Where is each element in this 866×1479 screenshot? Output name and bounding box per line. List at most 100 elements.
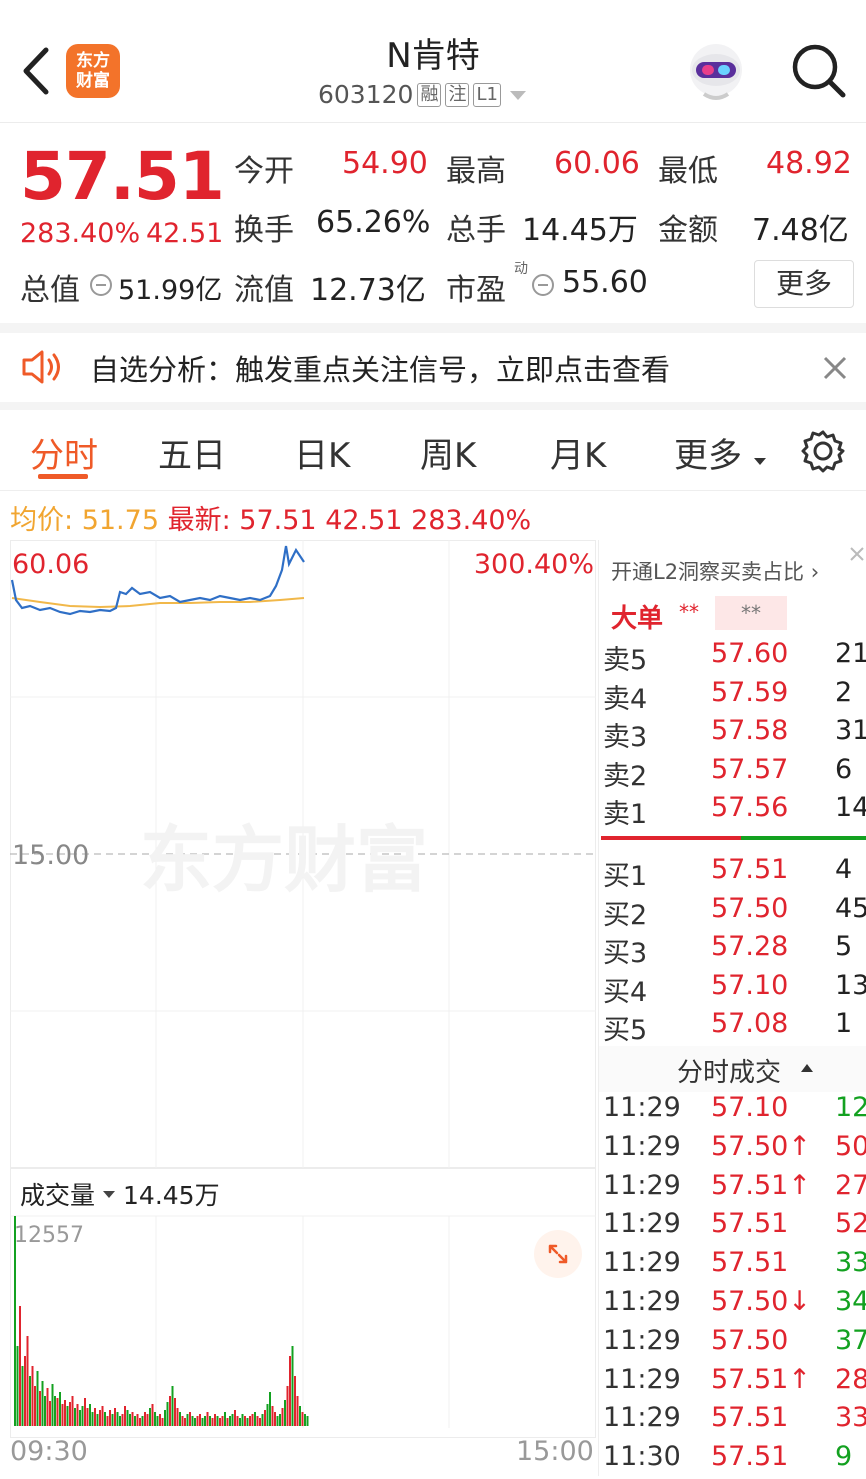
volume-bar (294, 1376, 296, 1426)
turnover-label: 换手 (234, 213, 294, 248)
tab-intraday[interactable]: 分时 (30, 428, 98, 477)
stock-code-line[interactable]: 603120 融 注 L1 (318, 80, 529, 109)
ask-row[interactable]: 卖3 57.58 31 (599, 715, 866, 753)
volume-bar (301, 1412, 304, 1426)
bid-volume: 4 (835, 854, 853, 885)
volume-bar (174, 1398, 176, 1426)
bid-row[interactable]: 买5 57.08 1 (599, 1008, 866, 1046)
bid-row[interactable]: 买2 57.50 45 (599, 893, 866, 931)
volume-bar (246, 1418, 249, 1426)
intraday-chart[interactable]: 东方财富 60.06 300.40% 15.00 (10, 540, 596, 1168)
bid-row[interactable]: 买4 57.10 13 (599, 970, 866, 1008)
ask-price: 57.58 (711, 715, 789, 746)
high-label: 最高 (446, 154, 506, 189)
analysis-banner[interactable]: 自选分析：触发重点关注信号，立即点击查看 (0, 333, 866, 401)
header: 东方 财富 N肯特 603120 融 注 L1 (0, 0, 866, 123)
volume-bar (229, 1416, 231, 1426)
volume-bar (26, 1336, 29, 1426)
volume-bar (119, 1416, 121, 1426)
tab-five-day[interactable]: 五日 (158, 428, 226, 477)
volume-bar (186, 1414, 189, 1426)
tab-daily-k[interactable]: 日K (294, 428, 350, 477)
more-quote-button[interactable]: 更多 (754, 260, 854, 308)
tab-weekly-k[interactable]: 周K (420, 428, 476, 477)
big-order-label: 大单 (611, 604, 664, 634)
amount-label: 金额 (658, 213, 718, 248)
volume-bar (261, 1414, 264, 1426)
volume-bar (69, 1402, 71, 1426)
volume-bar (131, 1412, 134, 1426)
tag-level: L1 (473, 82, 501, 107)
big-order-value-1: ** (679, 600, 699, 624)
close-icon[interactable] (820, 353, 850, 383)
volume-bar (126, 1410, 129, 1426)
volume-bar (161, 1418, 164, 1426)
tick-row: 11:29 57.51 33 (599, 1247, 866, 1285)
bid-price: 57.10 (711, 969, 789, 1001)
tick-volume: 9 (835, 1441, 853, 1473)
bid-row[interactable]: 买3 57.28 5 (599, 931, 866, 969)
dropdown-triangle-icon[interactable] (507, 87, 529, 103)
expand-icon[interactable] (534, 1230, 582, 1278)
open-label: 今开 (234, 154, 294, 189)
volume-label: 成交量 (20, 1181, 96, 1210)
volume-bar (206, 1412, 209, 1426)
volume-bar (79, 1410, 81, 1426)
avg-price-bar: 均价: 51.75 最新: 57.51 42.51 283.40% (10, 498, 531, 537)
tick-volume: 50 (835, 1130, 866, 1162)
latest-change-percent: 283.40% (411, 505, 532, 536)
volume-bar (121, 1414, 124, 1426)
turnover-value: 65.26% (316, 205, 431, 240)
divider (0, 323, 866, 333)
volume-bar (141, 1416, 144, 1426)
chart-top-percent: 300.40% (474, 549, 594, 580)
tab-more[interactable]: 更多 (674, 428, 767, 477)
volume-bar (216, 1416, 219, 1426)
volume-bar (56, 1398, 59, 1426)
tick-volume: 33 (835, 1247, 866, 1279)
volume-bar (296, 1396, 299, 1426)
tick-volume: 28 (835, 1363, 866, 1395)
tick-time: 11:29 (603, 1324, 681, 1356)
info-circle-icon[interactable] (530, 272, 556, 298)
volume-bar (71, 1396, 74, 1426)
volume-bar (46, 1388, 49, 1426)
float-cap-label: 流值 (234, 273, 294, 308)
tick-row: 11:29 57.50↓ 34 (599, 1286, 866, 1324)
ask-row[interactable]: 卖4 57.59 2 (599, 677, 866, 715)
l2-link-text: 开通L2洞察买卖占比 (611, 560, 805, 584)
volume-bar (94, 1408, 96, 1426)
search-icon[interactable] (788, 40, 848, 100)
ask-row[interactable]: 卖1 57.56 14 (599, 792, 866, 830)
ask-row[interactable]: 卖2 57.57 6 (599, 754, 866, 792)
volume-selector[interactable]: 成交量 14.45万 (20, 1176, 220, 1212)
chart-ref-price: 15.00 (12, 840, 89, 871)
bid-row[interactable]: 买1 57.51 4 (599, 854, 866, 892)
volume-bar (144, 1412, 146, 1426)
volume-bar (36, 1371, 39, 1426)
volume-bar (81, 1406, 84, 1426)
tick-volume: 33 (835, 1402, 866, 1434)
volume-bar (221, 1416, 224, 1426)
close-icon[interactable] (847, 542, 866, 568)
stock-code: 603120 (318, 80, 414, 109)
time-end: 15:00 (516, 1436, 594, 1467)
volume-bar (166, 1402, 169, 1426)
settings-gear-icon[interactable] (800, 428, 846, 474)
l2-upgrade-link[interactable]: 开通L2洞察买卖占比 › (611, 556, 819, 586)
robot-assistant-icon[interactable] (684, 40, 748, 104)
ticks-header[interactable]: 分时成交 (599, 1046, 866, 1092)
avg-label: 均价: (10, 505, 74, 536)
tick-time: 11:29 (603, 1363, 681, 1395)
volume-bar (91, 1412, 94, 1426)
volume-total: 14.45万 (123, 1181, 220, 1210)
volume-bar (266, 1404, 269, 1426)
volume-bar (269, 1392, 271, 1426)
volume-bar (19, 1306, 21, 1426)
ask-row[interactable]: 卖5 57.60 21 (599, 638, 866, 676)
info-circle-icon[interactable] (88, 272, 114, 298)
volume-bar (214, 1414, 216, 1426)
tab-monthly-k[interactable]: 月K (550, 428, 606, 477)
tick-price: 57.51↑ (711, 1169, 811, 1201)
volume-chart[interactable]: 12557 成交量 14.45万 (10, 1168, 596, 1438)
